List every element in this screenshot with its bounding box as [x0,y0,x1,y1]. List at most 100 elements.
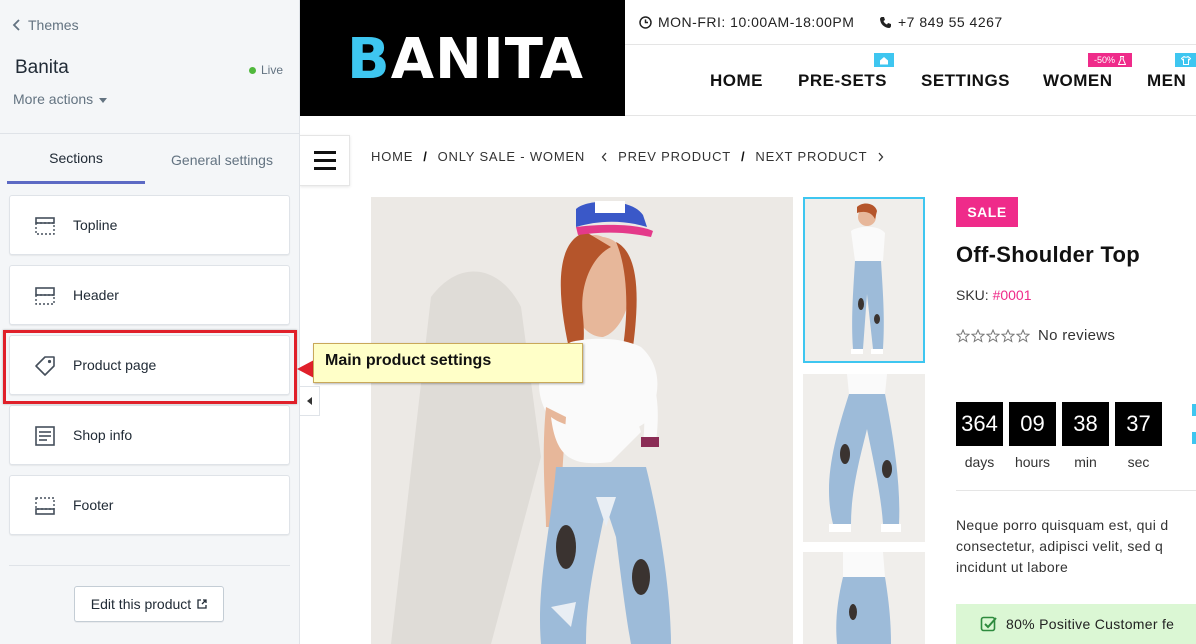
tab-general-settings[interactable]: General settings [145,135,299,184]
divider [9,565,290,566]
description-line: consectetur, adipisci velit, sed q [956,538,1164,554]
hours-text: MON-FRI: 10:00AM-18:00PM [658,14,855,30]
countdown-minutes: 38 min [1062,402,1109,470]
countdown-hours: 09 hours [1009,402,1056,470]
product-thumbnail-1[interactable] [803,197,925,363]
collapse-sidebar-button[interactable] [300,386,320,416]
clock-icon [639,15,652,29]
home-icon [880,56,888,64]
product-sku: SKU: #0001 [956,287,1032,303]
nav-item-women[interactable]: WOMEN [1043,71,1113,91]
product-rating[interactable]: No reviews [956,327,1115,344]
footer-section-icon [35,497,55,515]
product-thumbnail-3[interactable] [803,552,925,644]
countdown-label: sec [1127,454,1150,470]
women-badge-text: -50% [1093,55,1115,65]
breadcrumb-separator: / [741,149,746,164]
check-square-icon [980,616,997,632]
pre-sets-home-badge [874,53,894,67]
nav-item-home[interactable]: HOME [710,71,763,91]
section-card-label: Topline [73,217,118,233]
hamburger-bar [313,167,336,170]
breadcrumb-separator: / [423,149,428,164]
section-card-label: Product page [73,357,157,373]
live-status-label: Live [261,63,284,77]
phone-number[interactable]: +7 849 55 4267 [879,14,1003,30]
external-link-icon [197,599,207,609]
men-shirt-badge [1176,53,1196,67]
nav-item-men[interactable]: MEN [1147,71,1186,91]
product-main-image[interactable] [371,197,793,644]
breadcrumb-home[interactable]: HOME [371,149,413,164]
section-card-footer[interactable]: Footer [9,475,290,535]
star-empty-icon [956,328,970,343]
countdown-label: hours [1014,454,1051,470]
edit-product-label: Edit this product [90,596,192,612]
breadcrumb-prev-product[interactable]: PREV PRODUCT [618,149,731,164]
thumbnail-photo [803,374,925,542]
header-section-icon [35,287,55,305]
product-photo [371,197,793,644]
store-preview: BANITA MON-FRI: 10:00AM-18:00PM +7 849 5… [300,0,1196,644]
edit-this-product-button[interactable]: Edit this product [74,586,224,622]
description-line: Neque porro quisquam est, qui d [956,517,1169,533]
opening-hours: MON-FRI: 10:00AM-18:00PM [639,14,854,30]
breadcrumb-next-product[interactable]: NEXT PRODUCT [755,149,867,164]
chevron-left-icon [601,152,607,161]
store-logo[interactable]: BANITA [300,0,625,116]
callout-note: Main product settings [313,343,583,383]
sku-value: #0001 [992,287,1032,303]
caret-left-icon [307,397,312,405]
positive-feedback-banner: 80% Positive Customer fe [956,604,1196,644]
chevron-left-icon [12,19,20,31]
back-to-themes-link[interactable]: Themes [12,17,79,33]
hamburger-bar [313,151,336,154]
countdown-value: 364 [956,402,1003,446]
description-line: incidunt ut labore [956,559,1069,575]
product-title: Off-Shoulder Top [956,242,1141,267]
sku-label: SKU: [956,287,989,303]
tag-icon [35,356,55,376]
sale-countdown: 364 days 09 hours 38 min 37 sec [956,402,1162,470]
edge-accent [1192,432,1196,444]
caret-down-icon [99,97,108,103]
more-actions-dropdown[interactable]: More actions [13,91,108,107]
phone-text: +7 849 55 4267 [898,14,1003,30]
countdown-label: min [1074,454,1097,470]
shirt-icon [1181,55,1191,65]
chevron-right-icon [878,152,884,161]
section-card-shop-info[interactable]: Shop info [9,405,290,465]
thumbnail-photo [803,552,925,644]
nav-item-pre-sets[interactable]: PRE-SETS [798,71,887,91]
nav-item-settings[interactable]: SETTINGS [921,71,1010,91]
theme-editor-sidebar: Themes Banita Live More actions Sections… [0,0,300,644]
breadcrumb: HOME / ONLY SALE - WOMEN PREV PRODUCT / … [371,149,884,164]
more-actions-label: More actions [13,91,94,107]
section-card-label: Shop info [73,427,133,443]
product-description: Neque porro quisquam est, qui d consecte… [956,515,1196,578]
logo-rest: ANITA [390,27,584,92]
sale-badge: SALE [956,197,1018,227]
dress-icon [1118,55,1126,65]
thumbnail-photo [805,199,923,361]
phone-icon [880,16,891,28]
section-card-topline[interactable]: Topline [9,195,290,255]
breadcrumb-collection[interactable]: ONLY SALE - WOMEN [438,149,585,164]
countdown-label: days [964,454,995,470]
section-card-label: Footer [73,497,114,513]
star-empty-icon [1016,328,1030,343]
tab-sections[interactable]: Sections [7,135,145,184]
hamburger-menu-button[interactable] [300,135,350,186]
reviews-label: No reviews [1038,327,1116,344]
section-card-header[interactable]: Header [9,265,290,325]
live-status: Live [249,63,283,77]
star-empty-icon [971,328,985,343]
live-dot-icon [249,66,256,74]
logo-wordmark: BANITA [347,28,584,92]
section-card-product-page[interactable]: Product page [9,335,290,395]
countdown-value: 37 [1115,402,1162,446]
product-thumbnail-2[interactable] [803,374,925,542]
star-empty-icon [1001,328,1015,343]
countdown-value: 09 [1009,402,1056,446]
women-sale-badge: -50% [1088,53,1132,67]
